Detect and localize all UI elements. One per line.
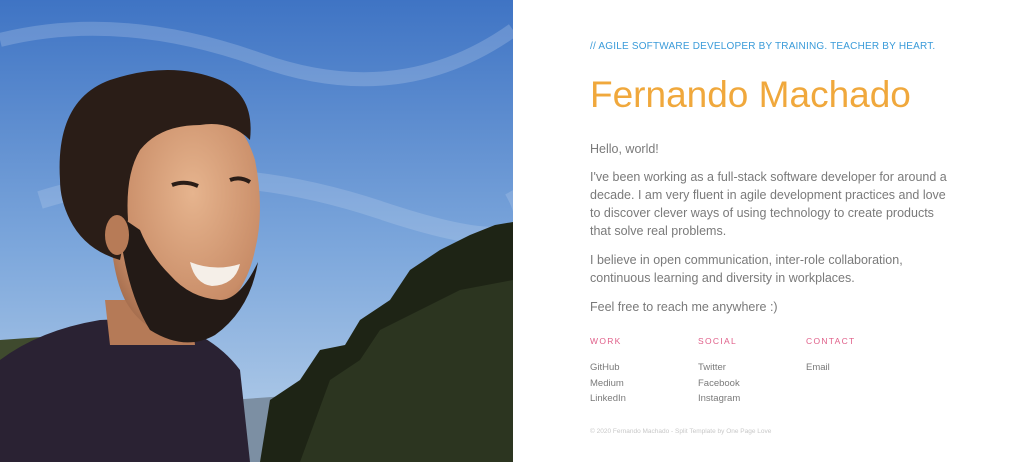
- bio-paragraph-contact-invite: Feel free to reach me anywhere :): [590, 300, 778, 314]
- social-column-title: SOCIAL: [698, 336, 737, 346]
- page-title: Fernando Machado: [590, 74, 911, 115]
- footer-copyright: © 2020 Fernando Machado - Split Template…: [590, 428, 772, 435]
- facebook-link[interactable]: Facebook: [698, 376, 798, 392]
- linkedin-link[interactable]: LinkedIn: [590, 391, 690, 407]
- content-panel: // AGILE SOFTWARE DEVELOPER BY TRAINING.…: [513, 0, 1019, 462]
- medium-link[interactable]: Medium: [590, 376, 690, 392]
- github-link[interactable]: GitHub: [590, 360, 690, 376]
- work-links-column: WORK GitHub Medium LinkedIn: [590, 336, 690, 407]
- social-links-column: SOCIAL Twitter Facebook Instagram: [698, 336, 798, 407]
- twitter-link[interactable]: Twitter: [698, 360, 798, 376]
- tagline: // AGILE SOFTWARE DEVELOPER BY TRAINING.…: [590, 41, 936, 52]
- contact-column-title: CONTACT: [806, 336, 856, 346]
- instagram-link[interactable]: Instagram: [698, 391, 798, 407]
- email-link[interactable]: Email: [806, 360, 906, 376]
- bio-paragraph-experience: I've been working as a full-stack softwa…: [590, 170, 947, 238]
- bio-paragraph-values: I believe in open communication, inter-r…: [590, 253, 903, 285]
- greeting-text: Hello, world!: [590, 142, 659, 156]
- work-column-title: WORK: [590, 336, 622, 346]
- contact-links-column: CONTACT Email: [806, 336, 906, 376]
- profile-photo: [0, 0, 513, 462]
